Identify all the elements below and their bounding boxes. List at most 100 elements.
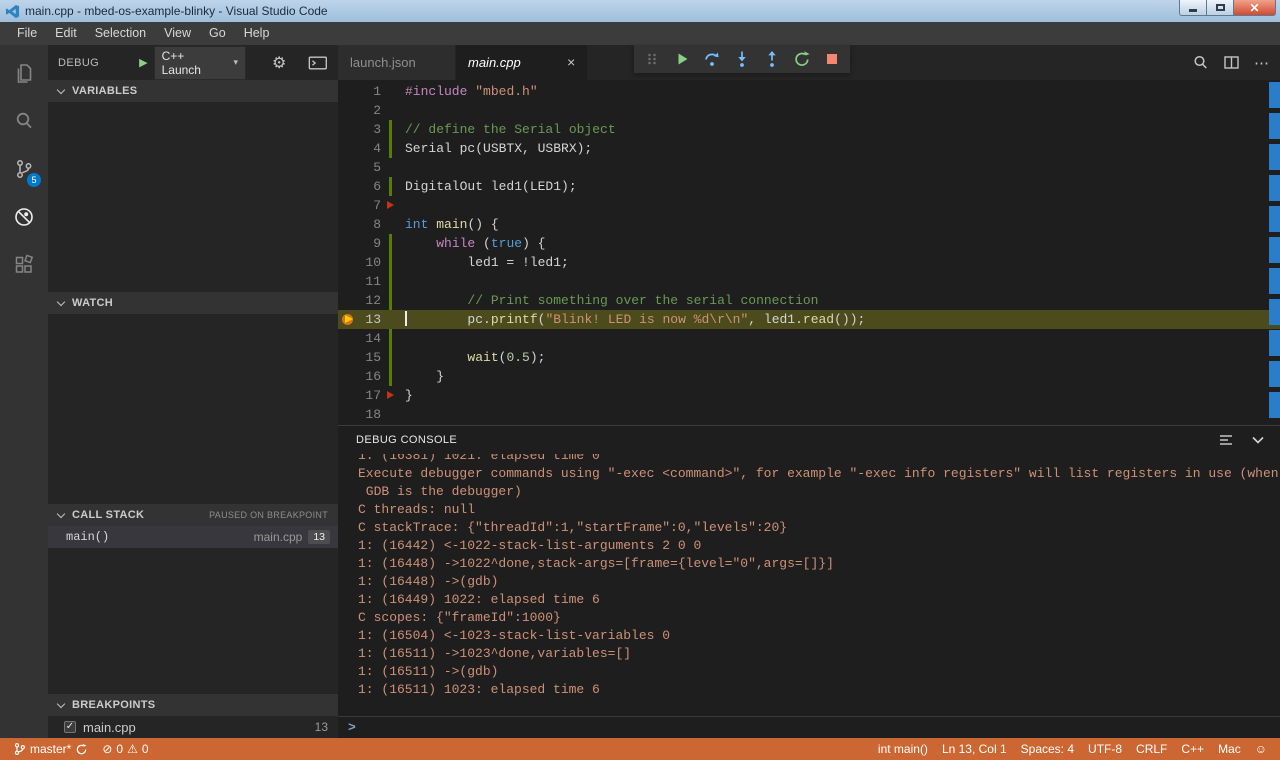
breakpoint-gutter[interactable] — [338, 405, 360, 424]
overview-ruler[interactable] — [1269, 82, 1280, 423]
breakpoint-gutter[interactable] — [338, 82, 360, 101]
panel-title: DEBUG CONSOLE — [356, 434, 457, 446]
code-line[interactable]: 14 — [338, 329, 1280, 348]
split-editor-icon[interactable] — [1223, 54, 1240, 71]
breakpoint-gutter[interactable] — [338, 367, 360, 386]
start-debug-button[interactable]: ▶ — [139, 56, 147, 69]
tab-close-icon[interactable]: × — [567, 54, 575, 70]
tab-launch-json[interactable]: launch.json — [338, 45, 456, 80]
code-line[interactable]: 9 while (true) { — [338, 234, 1280, 253]
breakpoint-gutter[interactable] — [338, 139, 360, 158]
problems-item[interactable]: ⊘ 0 ⚠ 0 — [95, 738, 155, 760]
keymap-item[interactable]: Mac — [1211, 738, 1248, 760]
line-number: 18 — [360, 405, 381, 424]
continue-button[interactable] — [672, 50, 692, 68]
sync-icon — [75, 743, 88, 756]
activity-extensions[interactable] — [0, 241, 48, 289]
eol-item[interactable]: CRLF — [1129, 738, 1174, 760]
encoding-item[interactable]: UTF-8 — [1081, 738, 1129, 760]
section-breakpoints[interactable]: BREAKPOINTS — [48, 694, 338, 716]
menu-view[interactable]: View — [155, 22, 200, 45]
open-changes-icon[interactable] — [1192, 54, 1209, 71]
menu-file[interactable]: File — [8, 22, 46, 45]
launch-config-dropdown[interactable]: C++ Launch ▾ — [154, 46, 246, 80]
console-filter-icon[interactable] — [1218, 432, 1234, 448]
console-input[interactable]: > — [338, 716, 1280, 738]
breakpoint-gutter[interactable] — [338, 196, 360, 215]
section-call-stack[interactable]: CALL STACK PAUSED ON BREAKPOINT — [48, 504, 338, 526]
code-line[interactable]: 13 pc.printf("Blink! LED is now %d\r\n",… — [338, 310, 1280, 329]
minimize-button[interactable] — [1179, 0, 1207, 16]
activity-search[interactable] — [0, 97, 48, 145]
code-line[interactable]: 16 } — [338, 367, 1280, 386]
tab-main-cpp[interactable]: main.cpp × — [456, 45, 588, 80]
step-into-button[interactable] — [732, 50, 752, 68]
close-button[interactable]: ✕ — [1234, 0, 1276, 16]
debug-console-panel: DEBUG CONSOLE 1: (16381) 1021: elapsed t… — [338, 425, 1280, 738]
stop-button[interactable] — [822, 50, 842, 68]
code-line[interactable]: 7 — [338, 196, 1280, 215]
code-line[interactable]: 8int main() { — [338, 215, 1280, 234]
menu-help[interactable]: Help — [235, 22, 279, 45]
toolbar-drag-handle[interactable] — [642, 50, 662, 68]
step-over-button[interactable] — [702, 50, 722, 68]
menu-edit[interactable]: Edit — [46, 22, 86, 45]
activity-source-control[interactable]: 5 — [0, 145, 48, 193]
breakpoint-gutter[interactable] — [338, 234, 360, 253]
code-line[interactable]: 15 wait(0.5); — [338, 348, 1280, 367]
feedback-item[interactable]: ☺ — [1248, 738, 1274, 760]
configure-gear-icon[interactable]: ⚙ — [272, 53, 286, 73]
code-line[interactable]: 12 // Print something over the serial co… — [338, 291, 1280, 310]
line-number: 10 — [360, 253, 381, 272]
breakpoint-gutter[interactable] — [338, 272, 360, 291]
code-line[interactable]: 11 — [338, 272, 1280, 291]
restart-button[interactable] — [792, 50, 812, 68]
indentation-item[interactable]: Spaces: 4 — [1014, 738, 1081, 760]
symbol-item[interactable]: int main() — [871, 738, 935, 760]
breakpoint-gutter[interactable] — [338, 310, 360, 329]
breakpoint-gutter[interactable] — [338, 253, 360, 272]
warning-icon: ⚠ — [127, 742, 138, 756]
breakpoint-row[interactable]: ✓ main.cpp 13 — [48, 716, 338, 738]
code-text: pc.printf("Blink! LED is now %d\r\n", le… — [405, 310, 1280, 329]
stack-frame-row[interactable]: main() main.cpp 13 — [48, 526, 338, 548]
console-lines[interactable]: 1: (16381) 1021: elapsed time 0Execute d… — [338, 454, 1280, 716]
git-added-bar — [389, 348, 392, 367]
breakpoint-gutter[interactable] — [338, 386, 360, 405]
activity-explorer[interactable] — [0, 49, 48, 97]
more-actions-icon[interactable]: ⋯ — [1254, 54, 1270, 72]
breakpoint-gutter[interactable] — [338, 215, 360, 234]
code-line[interactable]: 6DigitalOut led1(LED1); — [338, 177, 1280, 196]
cursor-position-item[interactable]: Ln 13, Col 1 — [935, 738, 1014, 760]
language-item[interactable]: C++ — [1174, 738, 1211, 760]
debug-console-toggle-icon[interactable] — [308, 54, 328, 72]
code-line[interactable]: 2 — [338, 101, 1280, 120]
code-line[interactable]: 1#include "mbed.h" — [338, 82, 1280, 101]
line-number: 13 — [360, 310, 381, 329]
breakpoint-gutter[interactable] — [338, 291, 360, 310]
section-variables[interactable]: VARIABLES — [48, 80, 338, 102]
git-branch-item[interactable]: master* — [6, 738, 95, 760]
editor[interactable]: 1#include "mbed.h"23// define the Serial… — [338, 80, 1280, 425]
code-line[interactable]: 10 led1 = !led1; — [338, 253, 1280, 272]
breakpoint-gutter[interactable] — [338, 158, 360, 177]
breakpoint-gutter[interactable] — [338, 177, 360, 196]
code-line[interactable]: 18 — [338, 405, 1280, 424]
breakpoint-gutter[interactable] — [338, 120, 360, 139]
collapse-panel-icon[interactable] — [1250, 432, 1266, 448]
step-out-button[interactable] — [762, 50, 782, 68]
code-line[interactable]: 5 — [338, 158, 1280, 177]
menu-go[interactable]: Go — [200, 22, 235, 45]
code-line[interactable]: 17} — [338, 386, 1280, 405]
section-watch[interactable]: WATCH — [48, 292, 338, 314]
breakpoint-gutter[interactable] — [338, 348, 360, 367]
maximize-button[interactable] — [1207, 0, 1234, 16]
breakpoint-checkbox[interactable]: ✓ — [64, 721, 76, 733]
code-line[interactable]: 4Serial pc(USBTX, USBRX); — [338, 139, 1280, 158]
breakpoint-gutter[interactable] — [338, 101, 360, 120]
code-line[interactable]: 3// define the Serial object — [338, 120, 1280, 139]
menu-selection[interactable]: Selection — [86, 22, 155, 45]
activity-debug[interactable] — [0, 193, 48, 241]
breakpoint-gutter[interactable] — [338, 329, 360, 348]
line-number: 5 — [360, 158, 381, 177]
